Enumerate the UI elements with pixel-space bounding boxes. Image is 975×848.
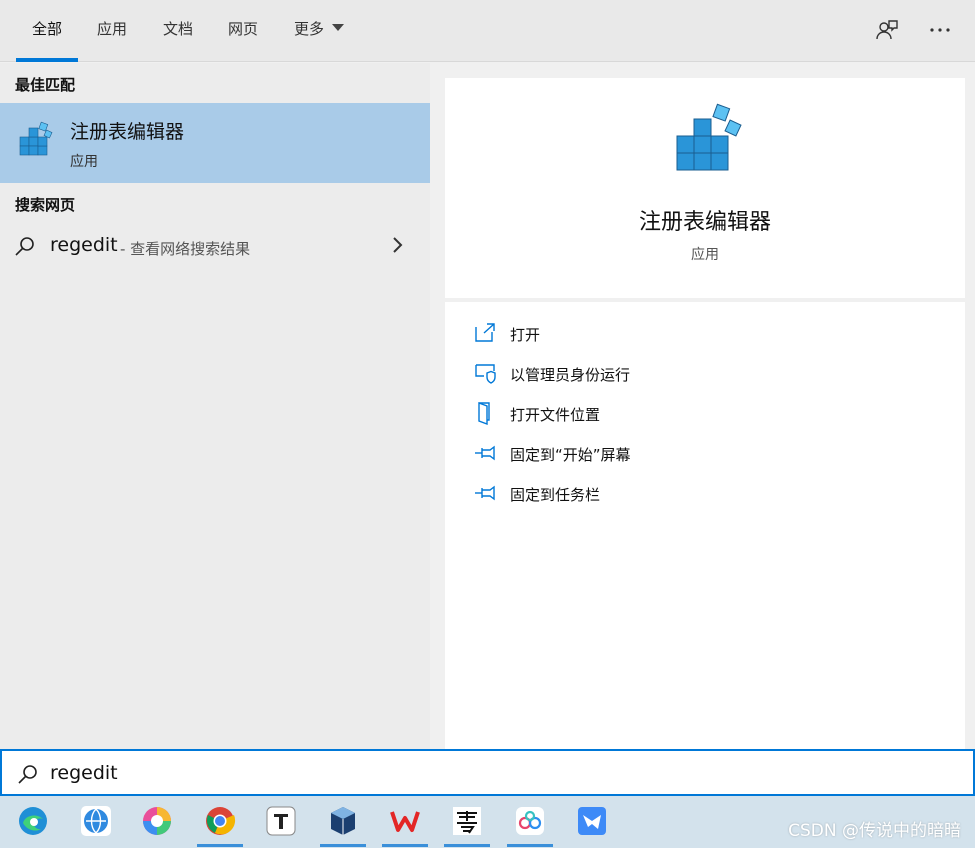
chrome-icon[interactable] — [203, 804, 237, 838]
tab-label: 应用 — [96, 20, 127, 38]
search-box — [0, 749, 975, 796]
best-match-type: 应用 — [70, 154, 98, 170]
wps-icon[interactable] — [388, 804, 422, 838]
tab-label: 全部 — [31, 20, 62, 38]
preview-pane: 注册表编辑器 应用 打开 以管理员身份运行 打开文件位置 固定到“开始”屏幕 固… — [430, 63, 975, 749]
results-pane: 最佳匹配 注册表编辑器 应用 搜索网页 regedit - 查看网络搜索结果 — [0, 63, 430, 749]
virtualbox-icon[interactable] — [326, 804, 360, 838]
search-icon — [17, 763, 39, 789]
photos-icon[interactable] — [140, 804, 174, 838]
tab-more[interactable]: 更多 — [284, 0, 354, 62]
action-open[interactable]: 打开 — [473, 319, 933, 351]
chevron-down-icon — [332, 24, 344, 31]
action-label: 固定到“开始”屏幕 — [510, 446, 631, 464]
yun-icon[interactable] — [450, 804, 484, 838]
web-search-query: regedit — [50, 234, 118, 256]
preview-app-type: 应用 — [691, 247, 719, 263]
action-label: 以管理员身份运行 — [510, 366, 631, 384]
pin-icon — [473, 481, 497, 505]
best-match-heading: 最佳匹配 — [15, 76, 76, 94]
app-preview-card: 注册表编辑器 应用 — [445, 78, 965, 298]
tab-label: 网页 — [227, 20, 258, 38]
action-run-as-admin[interactable]: 以管理员身份运行 — [473, 359, 933, 391]
preview-app-name: 注册表编辑器 — [638, 210, 771, 235]
registry-editor-icon — [18, 119, 54, 161]
best-match-item-registry-editor[interactable]: 注册表编辑器 应用 — [0, 103, 430, 183]
app-actions-list: 打开 以管理员身份运行 打开文件位置 固定到“开始”屏幕 固定到任务栏 — [445, 302, 965, 749]
open-icon — [473, 321, 497, 345]
web-search-heading: 搜索网页 — [15, 196, 76, 214]
action-pin-to-taskbar[interactable]: 固定到任务栏 — [473, 479, 933, 511]
tab-all[interactable]: 全部 — [16, 0, 78, 62]
feedback-icon[interactable] — [873, 16, 901, 44]
running-indicator — [507, 844, 553, 847]
running-indicator — [197, 844, 243, 847]
tab-documents[interactable]: 文档 — [152, 0, 204, 62]
search-tab-bar: 全部 应用 文档 网页 更多 — [0, 0, 975, 62]
browser-icon[interactable] — [79, 804, 113, 838]
pin-icon — [473, 441, 497, 465]
running-indicator — [320, 844, 366, 847]
chevron-right-icon[interactable] — [390, 235, 404, 259]
tab-label: 文档 — [162, 20, 193, 38]
tab-web[interactable]: 网页 — [217, 0, 269, 62]
running-indicator — [444, 844, 490, 847]
run-as-admin-icon — [473, 361, 497, 385]
action-open-file-location[interactable]: 打开文件位置 — [473, 399, 933, 431]
web-search-result[interactable]: regedit - 查看网络搜索结果 — [0, 227, 430, 265]
web-search-hint: - 查看网络搜索结果 — [120, 240, 251, 258]
tab-label: 更多 — [293, 20, 324, 38]
file-location-icon — [473, 401, 497, 426]
typora-icon[interactable] — [264, 804, 298, 838]
search-input[interactable] — [50, 757, 950, 789]
more-options-icon[interactable] — [926, 16, 954, 44]
best-match-name: 注册表编辑器 — [70, 121, 185, 143]
action-pin-to-start[interactable]: 固定到“开始”屏幕 — [473, 439, 933, 471]
taskbar: CSDN @传说中的暗暗 — [0, 796, 975, 848]
search-icon — [14, 235, 36, 261]
edge-icon[interactable] — [16, 804, 50, 838]
cloud-drive-icon[interactable] — [513, 804, 547, 838]
tab-apps[interactable]: 应用 — [86, 0, 138, 62]
action-label: 打开文件位置 — [510, 406, 601, 424]
action-label: 打开 — [510, 326, 541, 344]
feishu-icon[interactable] — [575, 804, 609, 838]
action-label: 固定到任务栏 — [510, 486, 601, 504]
registry-editor-icon — [673, 100, 745, 178]
running-indicator — [382, 844, 428, 847]
watermark-text: CSDN @传说中的暗暗 — [788, 821, 961, 841]
